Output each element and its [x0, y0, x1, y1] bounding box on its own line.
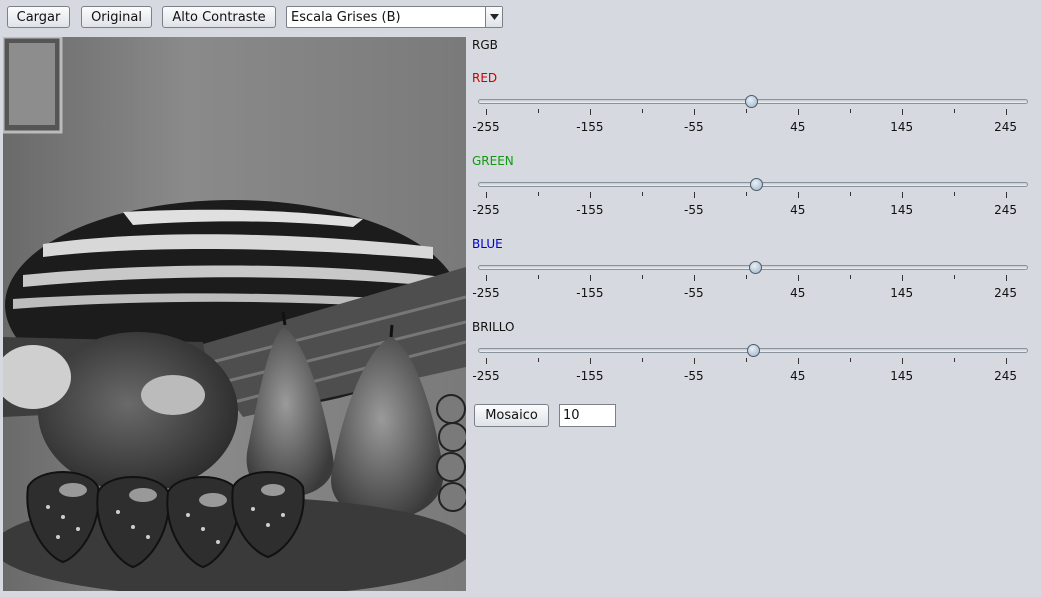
- slider-tick-label: -155: [576, 120, 604, 134]
- slider-tick: [850, 358, 851, 362]
- slider-tick-label: 145: [890, 203, 914, 217]
- slider-thumb-red[interactable]: [745, 95, 758, 108]
- slider-tick: [902, 109, 903, 115]
- slider-tick: [954, 275, 955, 279]
- slider-tick: [694, 275, 695, 281]
- slider-tick: [538, 109, 539, 113]
- slider-tick: [694, 192, 695, 198]
- slider-tick-label: 245: [994, 286, 1018, 300]
- slider-tick-label: -255: [472, 203, 500, 217]
- slider-tick: [954, 358, 955, 362]
- slider-tick: [798, 275, 799, 281]
- slider-tick: [954, 109, 955, 113]
- slider-tick: [642, 109, 643, 113]
- slider-tick-label: -55: [684, 203, 704, 217]
- slider-tick-label: 145: [890, 286, 914, 300]
- filter-select[interactable]: Escala Grises (B): [286, 6, 503, 28]
- slider-tick: [590, 109, 591, 115]
- slider-tick: [642, 358, 643, 362]
- slider-tick: [1006, 275, 1007, 281]
- slider-tick: [902, 275, 903, 281]
- slider-tick: [954, 192, 955, 196]
- slider-tick-label: 145: [890, 369, 914, 383]
- rgb-label: RGB: [472, 38, 498, 52]
- slider-tick: [746, 358, 747, 362]
- slider-tick: [642, 275, 643, 279]
- slider-tick-label: 45: [790, 286, 806, 300]
- slider-tick-label: 45: [790, 120, 806, 134]
- load-button[interactable]: Cargar: [7, 6, 70, 28]
- high-contrast-button[interactable]: Alto Contraste: [162, 6, 276, 28]
- slider-tick: [1006, 192, 1007, 198]
- slider-tick: [850, 109, 851, 113]
- slider-tick: [902, 192, 903, 198]
- slider-tick-label: 145: [890, 120, 914, 134]
- slider-tick-label: 245: [994, 120, 1018, 134]
- slider-thumb-green[interactable]: [750, 178, 764, 191]
- slider-tick-label: -255: [472, 120, 500, 134]
- slider-tick-label: -55: [684, 286, 704, 300]
- slider-tick: [538, 192, 539, 196]
- slider-tick: [590, 275, 591, 281]
- slider-tick-label: -55: [684, 120, 704, 134]
- slider-tick: [694, 358, 695, 364]
- slider-tick: [538, 275, 539, 279]
- chevron-down-icon[interactable]: [485, 7, 502, 27]
- slider-tick-label: -255: [472, 369, 500, 383]
- slider-tick-label: -255: [472, 286, 500, 300]
- slider-thumb-blue[interactable]: [749, 261, 763, 274]
- slider-tick: [694, 109, 695, 115]
- slider-tick: [798, 109, 799, 115]
- slider-tick: [850, 192, 851, 196]
- grayscale-fruit-image: [3, 37, 466, 591]
- image-canvas: [3, 37, 466, 591]
- slider-tick: [642, 192, 643, 196]
- slider-tick: [798, 358, 799, 364]
- slider-tick-label: -55: [684, 369, 704, 383]
- slider-label-brillo: BRILLO: [472, 320, 515, 334]
- slider-thumb-brillo[interactable]: [747, 344, 761, 357]
- slider-tick-label: 245: [994, 369, 1018, 383]
- slider-tick: [902, 358, 903, 364]
- slider-tick: [850, 275, 851, 279]
- slider-tick-label: 45: [790, 369, 806, 383]
- slider-label-blue: BLUE: [472, 237, 503, 251]
- slider-tick-label: 45: [790, 203, 806, 217]
- slider-label-green: GREEN: [472, 154, 514, 168]
- slider-tick-label: 245: [994, 203, 1018, 217]
- mosaic-size-input[interactable]: 10: [559, 404, 616, 427]
- slider-tick-label: -155: [576, 369, 604, 383]
- slider-tick: [538, 358, 539, 362]
- slider-tick: [590, 192, 591, 198]
- slider-tick: [746, 109, 747, 113]
- slider-tick: [590, 358, 591, 364]
- slider-tick: [486, 275, 487, 281]
- slider-tick: [486, 358, 487, 364]
- slider-tick: [1006, 109, 1007, 115]
- slider-label-red: RED: [472, 71, 498, 85]
- slider-tick: [798, 192, 799, 198]
- slider-tick: [486, 192, 487, 198]
- slider-tick: [1006, 358, 1007, 364]
- original-button[interactable]: Original: [81, 6, 152, 28]
- slider-tick-label: -155: [576, 286, 604, 300]
- mosaic-button[interactable]: Mosaico: [474, 404, 549, 427]
- slider-tick-label: -155: [576, 203, 604, 217]
- slider-tick: [746, 275, 747, 279]
- slider-tick: [746, 192, 747, 196]
- slider-tick: [486, 109, 487, 115]
- filter-select-value: Escala Grises (B): [291, 9, 401, 25]
